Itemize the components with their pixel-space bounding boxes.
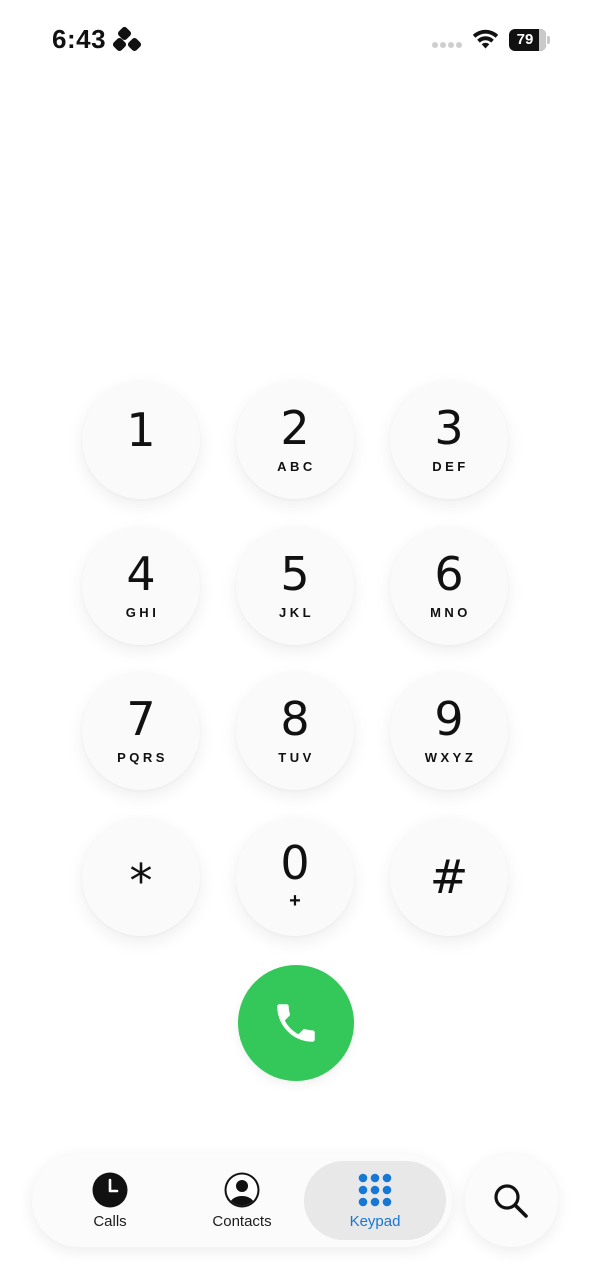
search-button[interactable] (465, 1154, 558, 1247)
key-digit: 5 (280, 547, 310, 601)
key-digit: 9 (434, 692, 464, 746)
key-digit: 0 (280, 836, 310, 890)
tab-bar: Calls Contacts Keypad (32, 1154, 452, 1247)
key-digit: 3 (434, 401, 464, 455)
search-icon (494, 1184, 528, 1218)
tab-calls-label: Calls (93, 1213, 127, 1230)
key-3[interactable]: 3 DEF (390, 381, 508, 499)
key-digit: 1 (126, 403, 156, 457)
key-letters: TUV (278, 750, 315, 765)
key-digit: 8 (280, 692, 310, 746)
key-digit: 7 (126, 692, 156, 746)
key-0[interactable]: 0 + (236, 818, 354, 936)
key-letters: MNO (430, 605, 471, 620)
key-8[interactable]: 8 TUV (236, 672, 354, 790)
key-digit: 6 (434, 547, 464, 601)
tab-keypad[interactable]: Keypad (304, 1154, 446, 1247)
key-6[interactable]: 6 MNO (390, 527, 508, 645)
key-letters: PQRS (117, 750, 168, 765)
tab-calls[interactable]: Calls (54, 1154, 166, 1247)
key-letters: + (289, 890, 301, 912)
key-4[interactable]: 4 GHI (82, 527, 200, 645)
key-9[interactable]: 9 WXYZ (390, 672, 508, 790)
tab-contacts[interactable]: Contacts (182, 1154, 302, 1247)
phone-icon (277, 1004, 315, 1042)
keypad: 1 2 ABC 3 DEF 4 GHI 5 JKL 6 MNO 7 PQRS 8… (0, 0, 591, 1100)
key-letters: GHI (125, 605, 160, 620)
key-1[interactable]: 1 (82, 381, 200, 499)
key-2[interactable]: 2 ABC (236, 381, 354, 499)
key-7[interactable]: 7 PQRS (82, 672, 200, 790)
keypad-grid-icon (358, 1173, 392, 1207)
key-digit: 2 (280, 401, 310, 455)
key-5[interactable]: 5 JKL (236, 527, 354, 645)
key-digit: 4 (126, 547, 156, 601)
key-letters: WXYZ (424, 750, 477, 765)
key-pound[interactable]: # (390, 818, 508, 936)
tab-contacts-label: Contacts (212, 1213, 272, 1230)
person-icon (224, 1172, 260, 1208)
key-letters: JKL (278, 605, 315, 620)
clock-icon (92, 1172, 128, 1208)
key-digit: # (429, 850, 469, 904)
key-star[interactable]: * (82, 818, 200, 936)
key-digit: * (129, 854, 153, 908)
key-letters: ABC (277, 459, 316, 474)
call-button[interactable] (238, 965, 354, 1081)
tab-keypad-label: Keypad (349, 1213, 401, 1230)
key-letters: DEF (432, 459, 469, 474)
